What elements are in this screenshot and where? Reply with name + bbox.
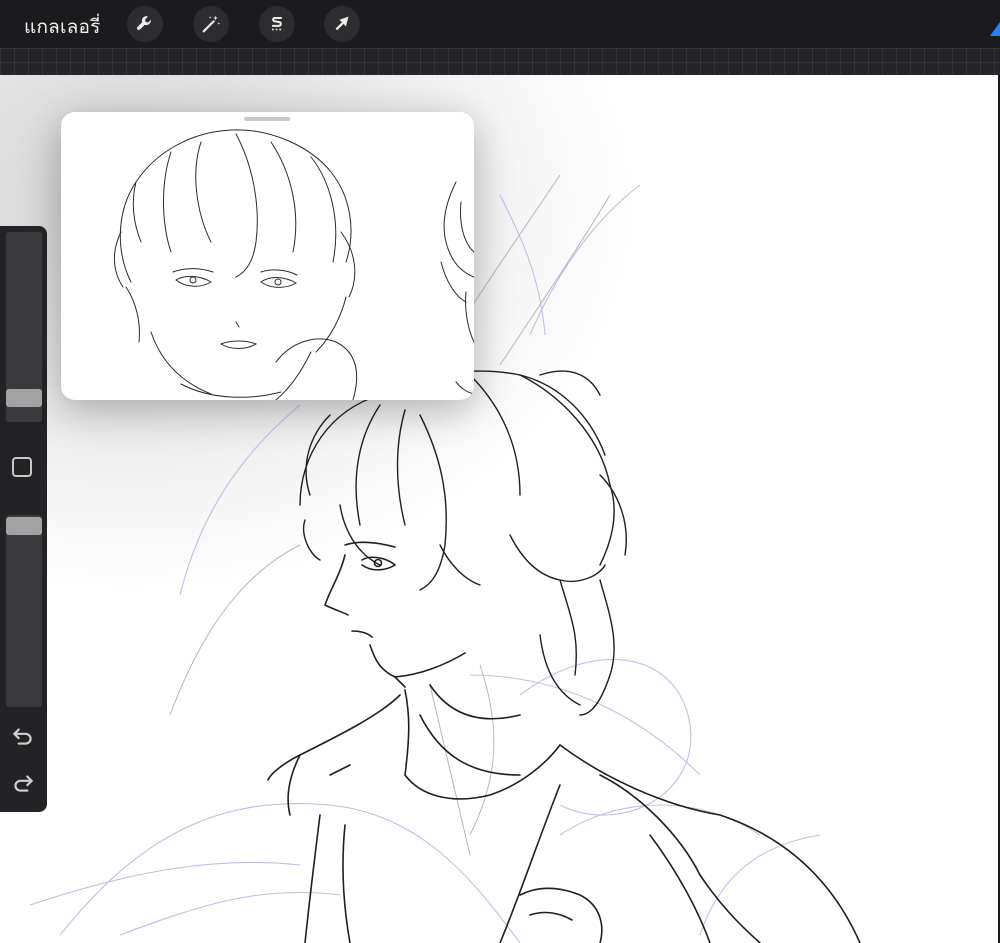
adjustments-button[interactable] bbox=[193, 6, 229, 42]
brush-sidebar bbox=[0, 226, 47, 812]
selection-s-icon bbox=[271, 17, 283, 31]
wrench-icon bbox=[136, 16, 151, 31]
color-swatch-corner[interactable] bbox=[990, 22, 1000, 36]
transform-button[interactable] bbox=[324, 6, 360, 42]
brush-size-handle[interactable] bbox=[6, 389, 42, 407]
square-icon[interactable] bbox=[12, 457, 32, 477]
redo-icon[interactable] bbox=[10, 770, 36, 796]
opacity-slider[interactable] bbox=[6, 515, 42, 707]
opacity-handle[interactable] bbox=[6, 517, 42, 535]
magic-wand-icon bbox=[202, 15, 221, 33]
selection-button[interactable] bbox=[259, 6, 295, 42]
undo-icon[interactable] bbox=[10, 723, 36, 749]
grid-ruler-strip bbox=[0, 48, 1000, 75]
arrow-cursor-icon bbox=[335, 16, 349, 31]
actions-button[interactable] bbox=[127, 6, 163, 42]
top-toolbar: แกลเลอรี่ bbox=[0, 0, 1000, 48]
gallery-button[interactable]: แกลเลอรี่ bbox=[24, 12, 101, 42]
reference-window[interactable] bbox=[61, 112, 474, 400]
reference-sketch-image bbox=[114, 129, 474, 400]
brush-size-slider[interactable] bbox=[6, 232, 42, 422]
